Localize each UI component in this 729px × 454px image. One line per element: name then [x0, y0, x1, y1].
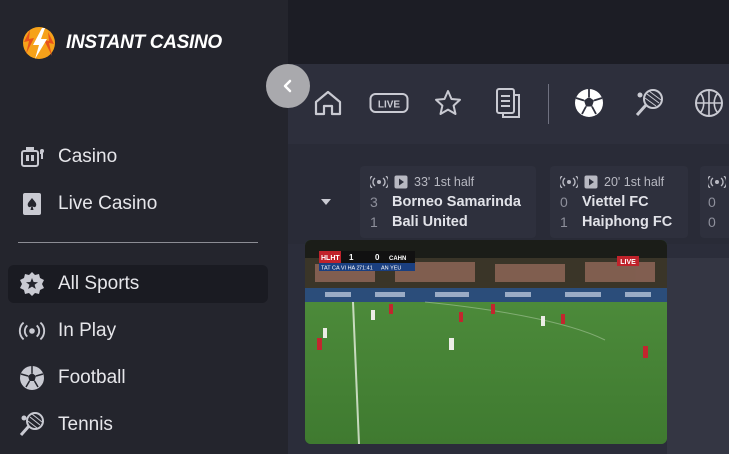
broadcast-icon [370, 176, 388, 188]
sidebar-item-label: Casino [58, 146, 118, 167]
chevron-down-icon [321, 199, 331, 205]
football-icon[interactable] [570, 84, 608, 122]
scoreboard-caption-away: AN YEU [381, 266, 401, 272]
away-team: Haiphong FC [582, 214, 673, 230]
sidebar-item-label: In Play [58, 320, 117, 341]
side-panel [667, 258, 729, 454]
match-card[interactable]: 20' 1st half 0 Viettel FC 1 Haiphong FC [550, 166, 688, 238]
sidebar-item-label: All Sports [58, 273, 140, 294]
sidebar-item-in-play[interactable]: In Play [8, 312, 268, 350]
sports-nav-bar: LIVE [288, 64, 729, 144]
scoreboard-home-score: 1 [349, 253, 354, 262]
match-time: 33' 1st half [414, 175, 475, 189]
scoreboard-caption: TAT CA VI HA 2 [321, 266, 360, 272]
scoreboard-home-abbr: HLHT [321, 255, 340, 262]
star-badge-icon [18, 270, 46, 298]
tennis-icon[interactable] [630, 84, 668, 122]
home-score: 3 [370, 194, 378, 210]
home-score: 0 [560, 194, 568, 210]
away-score: 1 [560, 214, 568, 230]
top-bar [288, 0, 729, 64]
play-video-icon [394, 175, 408, 189]
cards-icon [18, 190, 46, 218]
scoreboard-away-abbr: CAHN [389, 256, 406, 262]
scoreboard-away-score: 0 [375, 253, 380, 262]
away-score: 1 [370, 214, 378, 230]
match-card[interactable]: 0 0 [700, 166, 729, 238]
sidebar-item-label: Football [58, 367, 126, 388]
sports-nav-separator [548, 84, 549, 124]
play-video-icon [584, 175, 598, 189]
collapse-sidebar-button[interactable] [266, 64, 310, 108]
lightning-logo-icon [23, 27, 55, 59]
tennis-icon [18, 411, 46, 439]
broadcast-icon [18, 317, 46, 345]
sidebar: INSTANT CASINO Casino Live Casino All Sp… [0, 0, 288, 454]
betslip-icon[interactable] [489, 84, 527, 122]
match-time: 20' 1st half [604, 175, 665, 189]
home-team: Borneo Samarinda [392, 194, 521, 210]
live-badge: LIVE [620, 259, 636, 266]
expand-matches-button[interactable] [320, 194, 332, 212]
brand-logo[interactable]: INSTANT CASINO [20, 24, 222, 62]
chevron-left-icon [283, 79, 292, 93]
home-icon[interactable] [309, 84, 347, 122]
football-icon [18, 364, 46, 392]
away-team: Bali United [392, 214, 468, 230]
basketball-icon[interactable] [690, 84, 728, 122]
match-card[interactable]: 33' 1st half 3 Borneo Samarinda 1 Bali Uni… [360, 166, 536, 238]
sidebar-item-live-casino[interactable]: Live Casino [8, 185, 268, 223]
brand-name: INSTANT CASINO [66, 32, 222, 53]
broadcast-icon [708, 176, 726, 188]
sidebar-item-all-sports[interactable]: All Sports [8, 265, 268, 303]
sidebar-item-casino[interactable]: Casino [8, 138, 268, 176]
casino-icon [18, 143, 46, 171]
broadcast-icon [560, 176, 578, 188]
scoreboard-clock: 71:41 [359, 266, 373, 272]
away-score: 0 [708, 214, 716, 230]
live-video-stream[interactable]: HLHT 1 0 CAHN TAT CA VI HA 2 71:41 AN YE… [305, 240, 667, 444]
sidebar-item-tennis[interactable]: Tennis [8, 406, 268, 444]
live-icon[interactable]: LIVE [368, 84, 410, 122]
favorites-star-icon[interactable] [429, 84, 467, 122]
video-frame: HLHT 1 0 CAHN TAT CA VI HA 2 71:41 AN YE… [305, 240, 667, 444]
sidebar-divider [18, 242, 258, 243]
sidebar-item-football[interactable]: Football [8, 359, 268, 397]
home-score: 0 [708, 194, 716, 210]
home-team: Viettel FC [582, 194, 649, 210]
sidebar-item-label: Live Casino [58, 193, 158, 214]
live-icon-text: LIVE [378, 100, 401, 111]
sidebar-item-label: Tennis [58, 414, 113, 435]
